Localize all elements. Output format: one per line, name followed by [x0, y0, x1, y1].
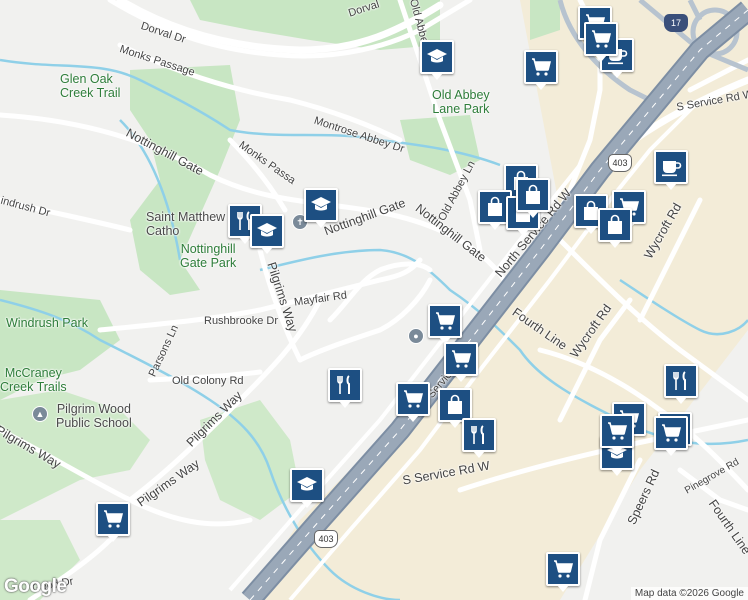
cart-icon: [589, 27, 613, 51]
shopping-marker[interactable]: [516, 178, 550, 218]
cart-icon: [101, 507, 125, 531]
restaurant-marker[interactable]: [664, 364, 698, 404]
bag-icon: [521, 183, 545, 207]
shopping-marker[interactable]: [96, 502, 130, 542]
shopping-marker[interactable]: [546, 552, 580, 592]
google-logo: Google: [4, 576, 67, 597]
shopping-marker[interactable]: [444, 342, 478, 382]
shopping-marker[interactable]: [396, 382, 430, 422]
school-marker[interactable]: [250, 214, 284, 254]
shopping-marker[interactable]: [524, 50, 558, 90]
school-marker[interactable]: [304, 188, 338, 228]
highway-403-shield: 403: [314, 530, 338, 548]
school-marker[interactable]: [290, 468, 324, 508]
shopping-marker[interactable]: [654, 416, 688, 456]
map-attribution[interactable]: Map data ©2026 Google: [630, 587, 748, 600]
restaurant-marker[interactable]: [462, 418, 496, 458]
cart-icon: [659, 421, 683, 445]
bag-icon: [443, 393, 467, 417]
school-icon: [425, 45, 449, 69]
shopping-marker[interactable]: [600, 414, 634, 454]
highway-403-shield: 403: [608, 154, 632, 172]
coffee-icon: [659, 155, 683, 179]
highway-17-shield: 17: [664, 14, 688, 32]
shopping-marker[interactable]: [584, 22, 618, 62]
school-poi-dot[interactable]: ●: [408, 328, 424, 344]
school-poi-dot[interactable]: ▲: [32, 406, 48, 422]
shopping-marker[interactable]: [598, 208, 632, 248]
cart-icon: [433, 309, 457, 333]
school-icon: [255, 219, 279, 243]
cart-icon: [529, 55, 553, 79]
cart-icon: [551, 557, 575, 581]
cart-icon: [605, 419, 629, 443]
restaurant-icon: [669, 369, 693, 393]
school-icon: [295, 473, 319, 497]
restaurant-icon: [467, 423, 491, 447]
restaurant-marker[interactable]: [328, 368, 362, 408]
cart-icon: [449, 347, 473, 371]
school-icon: [309, 193, 333, 217]
bag-icon: [483, 195, 507, 219]
cafe-marker[interactable]: [654, 150, 688, 190]
school-marker[interactable]: [420, 40, 454, 80]
restaurant-icon: [333, 373, 357, 397]
bag-icon: [603, 213, 627, 237]
shopping-marker[interactable]: [438, 388, 472, 428]
shopping-marker[interactable]: [428, 304, 462, 344]
cart-icon: [401, 387, 425, 411]
